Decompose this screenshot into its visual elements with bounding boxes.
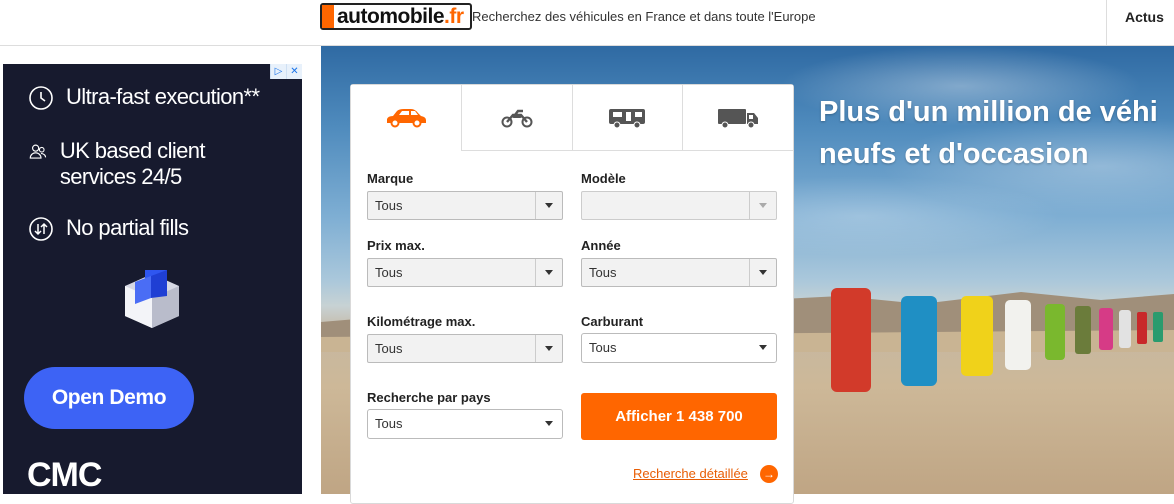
km-value: Tous [375,341,403,356]
chevron-down-icon [535,192,562,219]
modele-select[interactable] [581,191,777,220]
hero-title-line2: neufs et d'occasion [819,138,1089,170]
nav-actus[interactable]: Actus [1106,0,1174,45]
marque-select[interactable]: Tous [367,191,563,220]
tab-car[interactable] [351,85,461,151]
camper-icon [609,108,646,128]
search-submit-button[interactable]: Afficher 1 438 700 [581,393,777,440]
clock-icon [29,86,53,110]
marque-label: Marque [367,171,414,186]
ad-feature: No partial fills [28,215,189,242]
ad-feature-text: UK based client services 24/5 [59,138,206,189]
chevron-down-icon [535,410,562,437]
ad-choices[interactable]: ▷ ✕ [270,64,302,79]
hero-title: Plus d'un million de véhi neufs et d'occ… [819,91,1158,175]
hero-title-line1: Plus d'un million de véhi [819,96,1158,128]
cube-graphic [125,270,179,328]
tab-motorcycle[interactable] [460,85,572,150]
ad-feature: Ultra-fast execution** [28,84,260,111]
tab-camper[interactable] [571,85,683,150]
chevron-down-icon [535,259,562,286]
marque-value: Tous [375,198,403,213]
ad-info-icon[interactable]: ▷ [270,64,286,79]
annee-label: Année [581,238,621,253]
logo-text: automobile.fr [337,4,464,28]
chevron-down-icon [749,334,776,361]
ad-close-icon[interactable]: ✕ [286,64,302,79]
truck-icon [718,108,759,128]
logo-mark [322,5,334,28]
ad-feature-text: No partial fills [66,215,189,240]
carburant-value: Tous [589,340,617,355]
ad-feature: UK based client services 24/5 [28,138,268,190]
chevron-down-icon [535,335,562,362]
prix-value: Tous [375,265,403,280]
prix-select[interactable]: Tous [367,258,563,287]
advertisement-banner[interactable]: ▷ ✕ Ultra-fast execution** UK based clie… [3,64,302,494]
arrow-right-icon[interactable]: → [760,465,778,483]
hero-car-doors [831,288,1163,392]
carburant-label: Carburant [581,314,644,329]
top-header: automobile.fr Recherchez des véhicules e… [0,0,1174,46]
annee-select[interactable]: Tous [581,258,777,287]
annee-value: Tous [589,265,617,280]
km-label: Kilométrage max. [367,314,476,329]
vehicle-search-panel: Marque Tous Modèle Prix max. Tous Année … [350,84,794,504]
motorcycle-icon [501,109,533,127]
no-partial-fills-icon [29,217,53,241]
cmc-logo: CMC [27,456,102,494]
open-demo-button[interactable]: Open Demo [24,367,194,429]
carburant-select[interactable]: Tous [581,333,777,363]
chevron-down-icon [749,192,776,219]
chevron-down-icon [749,259,776,286]
modele-label: Modèle [581,171,626,186]
site-logo[interactable]: automobile.fr [320,3,472,30]
ad-feature-text: Ultra-fast execution** [66,84,260,109]
pays-label: Recherche par pays [367,390,491,405]
tab-truck[interactable] [682,85,793,150]
car-icon [386,108,426,127]
vehicle-type-tabs [351,85,793,151]
detailed-search-link[interactable]: Recherche détaillée [633,466,748,481]
site-tagline: Recherchez des véhicules en France et da… [472,9,816,24]
pays-value: Tous [375,416,403,431]
prix-label: Prix max. [367,238,425,253]
pays-select[interactable]: Tous [367,409,563,439]
km-select[interactable]: Tous [367,334,563,363]
people-icon [29,144,47,159]
